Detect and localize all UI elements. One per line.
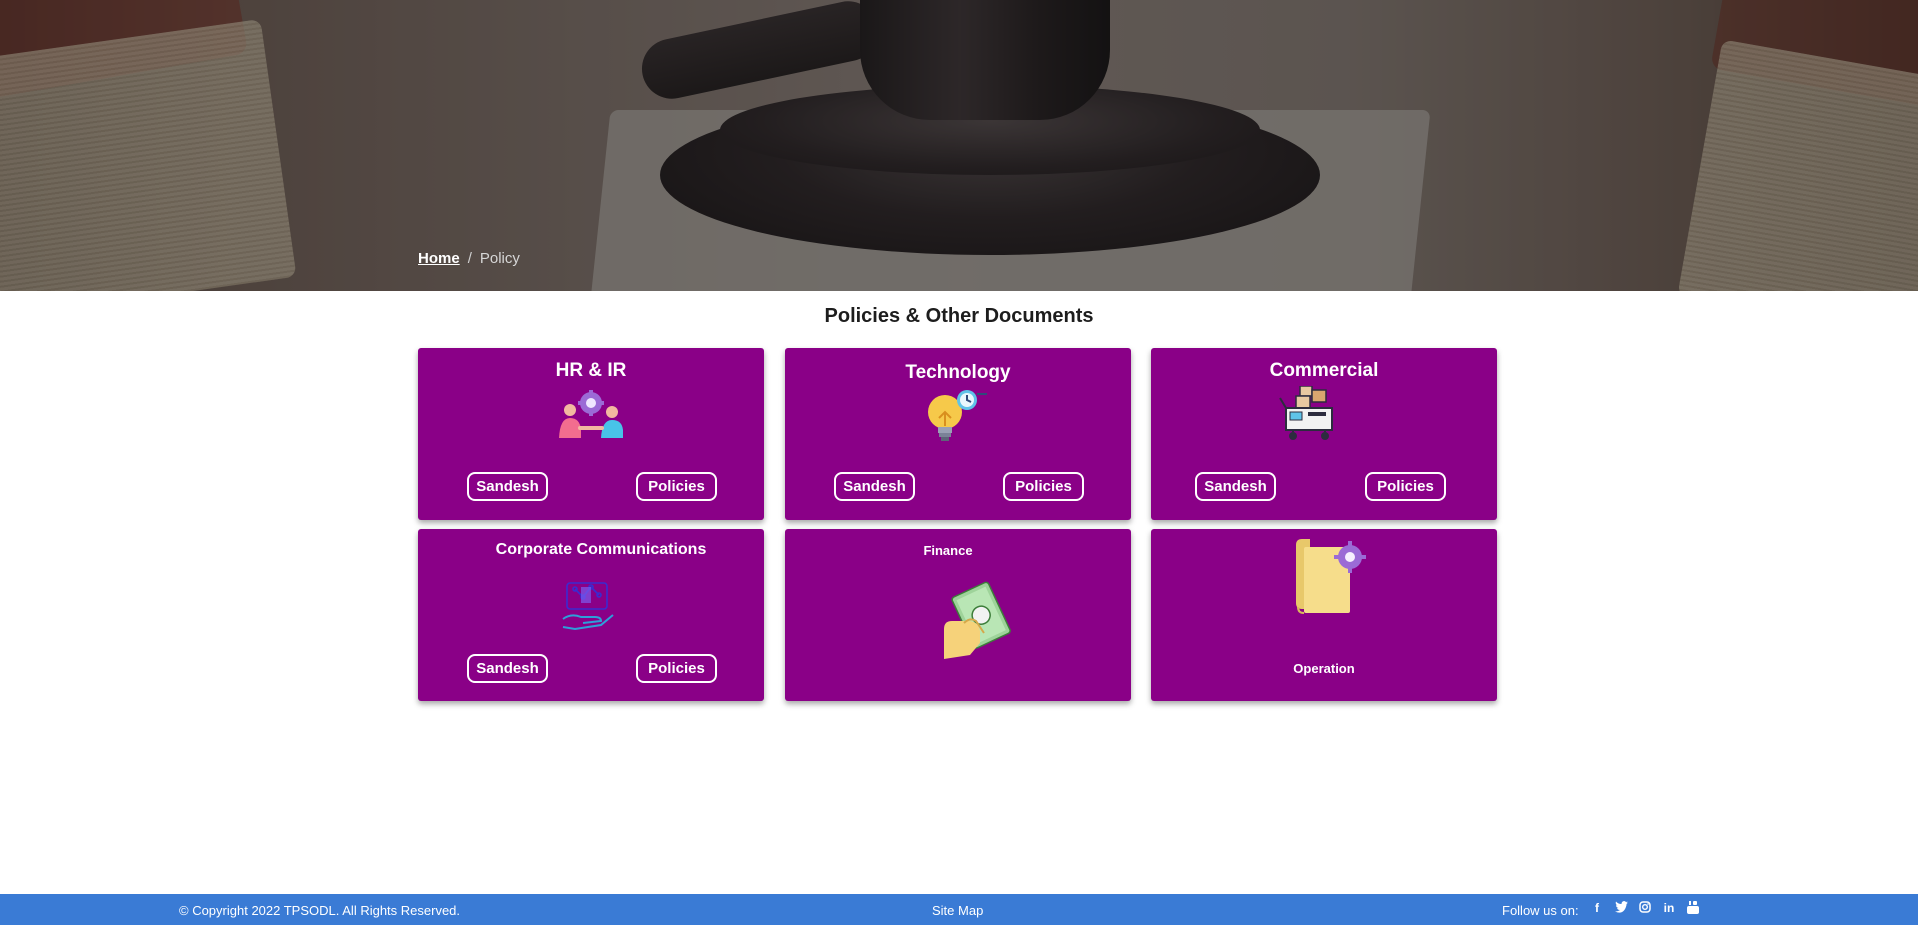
- hero-overlay: [0, 0, 1918, 291]
- policies-button[interactable]: Policies: [636, 472, 717, 501]
- copyright-text: © Copyright 2022 TPSODL. All Rights Rese…: [179, 903, 461, 918]
- twitter-icon[interactable]: [1614, 901, 1628, 916]
- card-title: Commercial: [1269, 360, 1379, 381]
- instagram-icon[interactable]: [1638, 901, 1652, 916]
- card-hr-ir[interactable]: HR & IR Sandesh Policies: [418, 348, 764, 520]
- page-title: Policies & Other Documents: [824, 305, 1094, 327]
- card-commercial[interactable]: Commercial Sandesh Policies: [1151, 348, 1497, 520]
- breadcrumb-separator: /: [467, 250, 472, 267]
- breadcrumb: Home / Policy: [418, 250, 520, 267]
- policies-button[interactable]: Policies: [1003, 472, 1084, 501]
- card-title: Technology: [905, 362, 1011, 383]
- card-title: Operation: [1293, 661, 1355, 676]
- social-links: f in: [1590, 901, 1700, 916]
- breadcrumb-home-link[interactable]: Home: [418, 250, 460, 267]
- policies-button[interactable]: Policies: [636, 654, 717, 683]
- follow-us-label: Follow us on:: [1502, 903, 1579, 918]
- sandesh-button[interactable]: Sandesh: [1195, 472, 1276, 501]
- site-map-link[interactable]: Site Map: [932, 903, 983, 918]
- cart-boxes-icon: [1279, 386, 1333, 440]
- linkedin-icon[interactable]: in: [1662, 901, 1676, 916]
- lightbulb-clock-icon: [928, 390, 987, 441]
- card-title: HR & IR: [555, 360, 627, 381]
- card-title: Finance: [923, 543, 973, 558]
- footer: © Copyright 2022 TPSODL. All Rights Rese…: [0, 894, 1918, 925]
- facebook-icon[interactable]: f: [1590, 901, 1604, 916]
- sandesh-button[interactable]: Sandesh: [467, 472, 548, 501]
- team-gear-icon: [559, 390, 623, 438]
- breadcrumb-current: Policy: [479, 250, 520, 267]
- policies-button[interactable]: Policies: [1365, 472, 1446, 501]
- card-operation[interactable]: Operation: [1151, 529, 1497, 701]
- sandesh-button[interactable]: Sandesh: [467, 654, 548, 683]
- card-title: Corporate Communications: [495, 541, 707, 558]
- hand-cash-icon: [944, 581, 1011, 659]
- hand-network-icon: [562, 582, 614, 631]
- scroll-gear-icon: [1296, 539, 1366, 614]
- card-finance[interactable]: Finance: [785, 529, 1131, 701]
- hero-banner: Home / Policy: [0, 0, 1918, 291]
- sandesh-button[interactable]: Sandesh: [834, 472, 915, 501]
- youtube-icon[interactable]: [1686, 901, 1700, 916]
- card-technology[interactable]: Technology Sandesh Policies: [785, 348, 1131, 520]
- card-corporate-communications[interactable]: Corporate Communications Sandesh Policie…: [418, 529, 764, 701]
